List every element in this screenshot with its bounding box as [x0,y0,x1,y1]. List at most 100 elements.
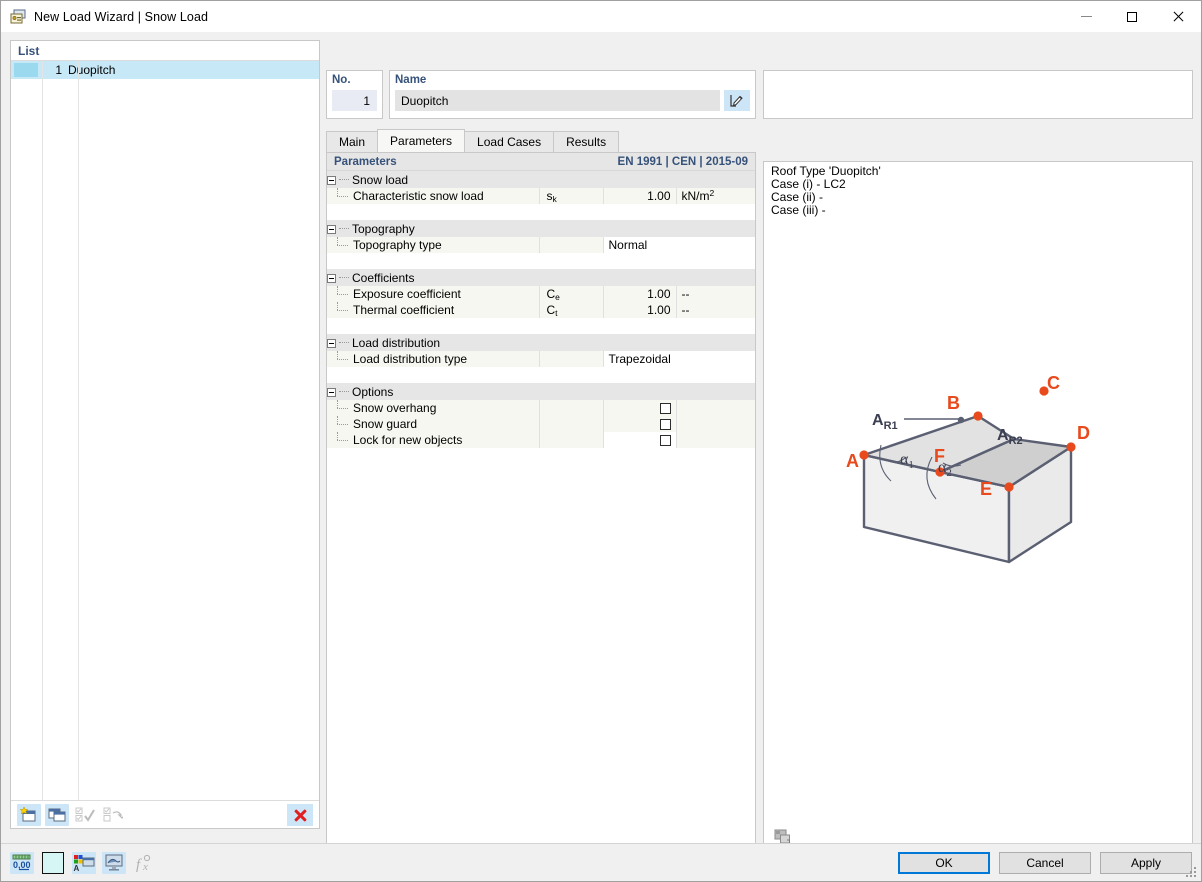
minimize-button[interactable] [1063,1,1109,32]
group-label: Topography [352,221,415,236]
copy-item-button[interactable] [45,803,69,826]
param-value-cell[interactable]: Trapezoidal [603,351,676,367]
list-body[interactable]: 1 Duopitch [11,61,319,800]
dialog-body: List 1 Duopitch No. 1 Name Duopitch Main… [1,32,1201,856]
list-item[interactable]: 1 Duopitch [11,61,319,79]
lock-for-new-objects-checkbox[interactable] [659,435,671,447]
parameters-standard: EN 1991 | CEN | 2015-09 [617,155,748,168]
vertex-label-A: A [846,451,859,471]
param-value-cell[interactable] [603,432,677,448]
snow-overhang-checkbox[interactable] [659,403,671,415]
list-column-divider-2 [78,61,79,800]
minimize-icon [1080,16,1092,17]
param-label: Lock for new objects [353,433,463,447]
tab-parameters[interactable]: Parameters [377,129,466,152]
render-settings-button[interactable]: A [72,851,96,874]
resize-grip-icon[interactable] [1186,867,1198,879]
param-symbol-sub: t [555,308,558,318]
tab-load-cases[interactable]: Load Cases [464,131,555,152]
number-field-group: No. 1 [326,70,383,119]
collapse-icon[interactable] [327,175,336,185]
name-input[interactable]: Duopitch [395,90,720,111]
vertex-label-D: D [1077,423,1090,443]
param-value-cell[interactable]: 1.00 [603,188,677,204]
tree-connector [339,341,349,343]
param-unit-cell [676,400,755,416]
maximize-icon [1127,11,1137,22]
group-row-coefficients[interactable]: Coefficients [327,269,755,286]
svg-text:f: f [136,857,142,872]
param-value-cell[interactable] [603,400,677,416]
group-row-options[interactable]: Options [327,383,755,400]
tree-connector [339,178,349,180]
table-row[interactable]: Load distribution type Trapezoidal [327,351,755,367]
tree-connector [339,227,349,229]
svg-text:A: A [74,864,80,872]
param-name-cell: Snow guard [327,416,540,432]
ok-button[interactable]: OK [898,851,990,874]
param-value-cell[interactable]: Normal [603,237,676,253]
function-editor-icon: f x [136,854,151,872]
param-value-cell[interactable] [603,416,677,432]
param-unit-sup: 2 [709,188,715,198]
color-swatch-button[interactable] [40,851,66,875]
table-row[interactable]: Lock for new objects [327,432,755,448]
cancel-button[interactable]: Cancel [999,851,1091,874]
parameters-title: Parameters [334,155,397,168]
table-row[interactable]: Topography type Normal [327,237,755,253]
collapse-icon[interactable] [327,224,336,234]
close-icon [1172,11,1184,23]
table-row[interactable]: Snow guard [327,416,755,432]
number-input[interactable]: 1 [332,90,377,111]
tree-branch [337,351,351,367]
delete-item-button[interactable] [287,803,313,826]
edit-name-button[interactable] [724,90,750,111]
param-unit-cell: -- [676,302,755,318]
function-editor-button: f x [132,852,156,874]
new-item-button[interactable] [17,803,41,826]
apply-button[interactable]: Apply [1100,851,1192,874]
param-label: Exposure coefficient [353,287,461,301]
close-button[interactable] [1155,1,1201,32]
vertex-label-C: C [1047,373,1060,393]
spacer-row [327,253,755,269]
render-settings-icon: A [74,854,95,872]
param-label: Snow overhang [353,401,437,415]
param-unit-cell [676,351,755,367]
list-toolbar [11,800,319,828]
param-name-cell: Load distribution type [327,351,540,367]
tab-main[interactable]: Main [326,131,379,152]
preview-panel: Roof Type 'Duopitch' Case (i) - LC2 Case… [763,161,1193,856]
maximize-button[interactable] [1109,1,1155,32]
collapse-icon[interactable] [327,273,336,283]
table-row[interactable]: Thermal coefficient Ct 1.00 -- [327,302,755,318]
group-label: Snow load [352,172,409,187]
collapse-icon[interactable] [327,338,336,348]
group-row-load-distribution[interactable]: Load distribution [327,334,755,351]
param-name-cell: Exposure coefficient [327,286,540,302]
param-value-cell[interactable]: 1.00 [603,302,677,318]
param-unit-cell: kN/m2 [676,188,755,204]
param-value-cell[interactable]: 1.00 [603,286,677,302]
param-symbol-sub: e [555,292,560,302]
param-symbol: C [546,303,556,317]
tab-results[interactable]: Results [553,131,620,152]
tab-bar: Main Parameters Load Cases Results [326,129,756,153]
param-symbol-cell [539,351,604,367]
table-row[interactable]: Characteristic snow load sk 1.00 kN/m2 [327,188,755,204]
group-row-snow-load[interactable]: Snow load [327,171,755,188]
title-bar: New Load Wizard | Snow Load [1,1,1201,32]
snow-guard-checkbox[interactable] [659,419,671,431]
display-monitor-button[interactable] [102,851,126,874]
numeric-display-button[interactable]: 0,00 [10,851,34,874]
tree-branch [337,188,351,204]
spacer-row [327,204,755,220]
name-label: Name [395,74,427,86]
collapse-icon[interactable] [327,387,336,397]
table-row[interactable]: Exposure coefficient Ce 1.00 -- [327,286,755,302]
number-label: No. [332,74,351,86]
group-row-topography[interactable]: Topography [327,220,755,237]
tree-branch [337,302,351,318]
table-row[interactable]: Snow overhang [327,400,755,416]
preview-header-box [763,70,1193,119]
